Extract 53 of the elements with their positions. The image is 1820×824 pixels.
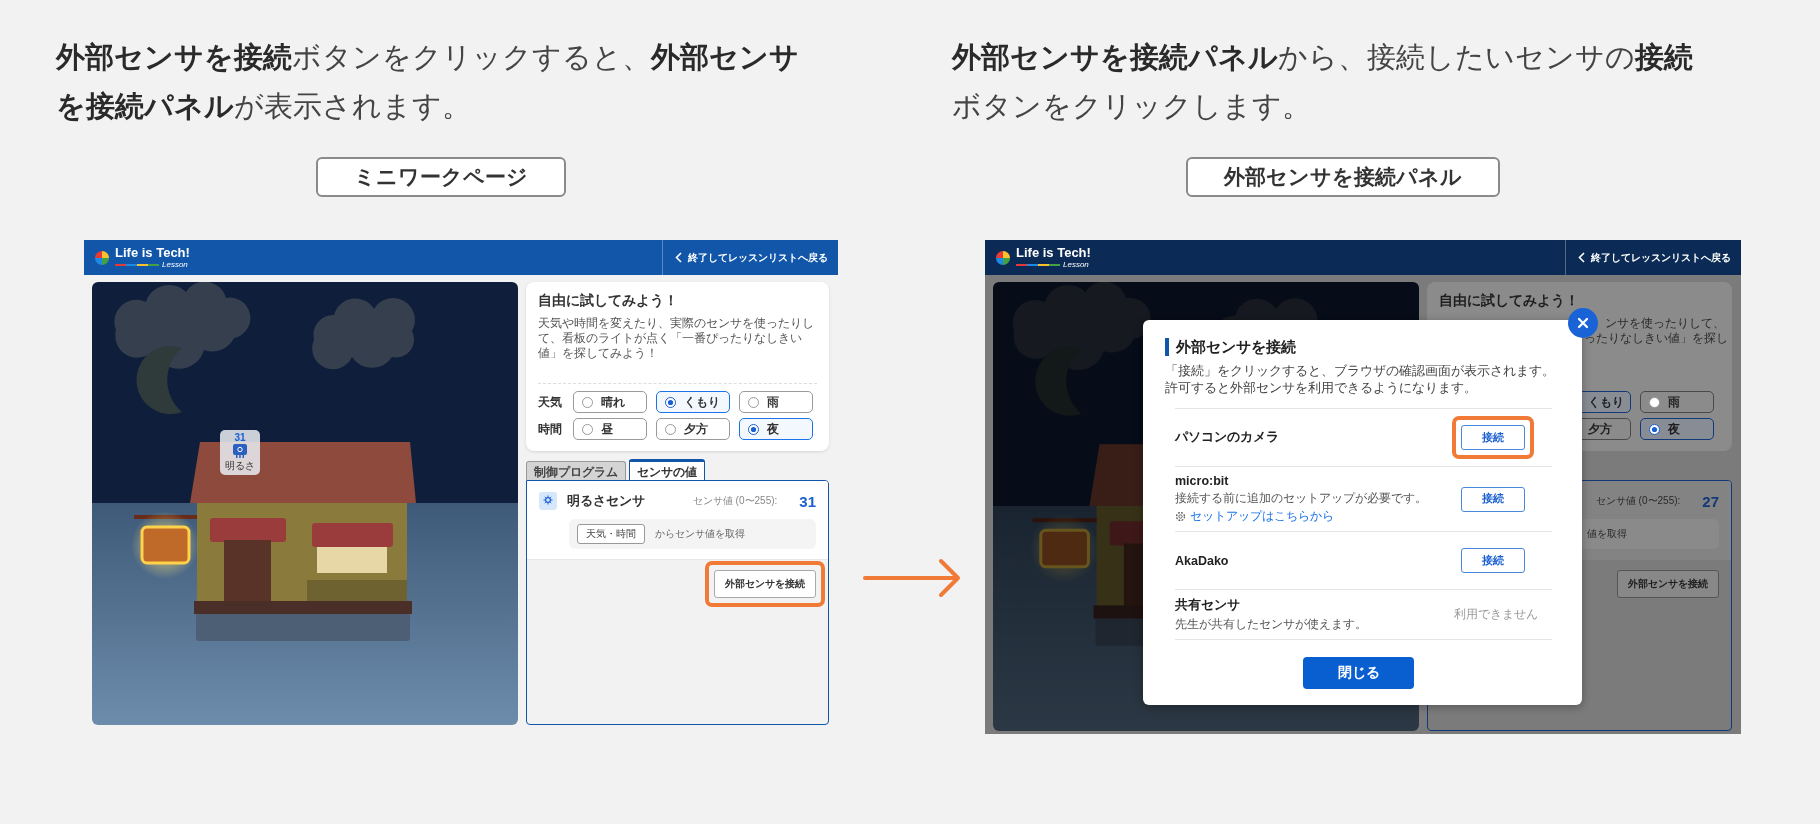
logo-subtext: Lesson <box>162 260 188 269</box>
section-label: ミニワークページ <box>316 157 566 197</box>
device-name: micro:bit <box>1175 474 1230 488</box>
instruction-text: 外部センサを接続パネルから、接続したいセンサの接続ボタンをクリックします。 <box>952 40 1694 124</box>
dialog-description: 「接続」をクリックすると、ブラウザの確認画面が表示されます。 <box>1165 363 1552 380</box>
source-text: からセンサ値を取得 <box>655 527 745 541</box>
radio-option[interactable]: 雨 <box>739 391 813 413</box>
dialog-description: 許可すると外部センサを利用できるようになります。 <box>1165 380 1478 397</box>
card-description: 天気や時間を変えたり、実際のセンサを使ったりして、看板のライトが点く「一番ぴったりなしきい値」を探してみよう！ <box>538 316 815 362</box>
radio-option[interactable]: 夜 <box>739 418 813 440</box>
device-note: 接続する前に追加のセットアップが必要です。 <box>1175 491 1428 506</box>
badge-label: 明るさ <box>225 459 255 473</box>
sensor-value-label: センサ値 (0〜255): <box>1595 494 1681 508</box>
connect-button[interactable]: 接続 <box>1461 486 1525 512</box>
card-title: 自由に試してみよう！ <box>538 292 679 310</box>
device-note: 先生が共有したセンサが使えます。 <box>1175 617 1368 632</box>
dialog-title: 外部センサを接続 <box>1165 338 1296 356</box>
device-name: AkaDako <box>1175 553 1230 568</box>
close-button[interactable]: 閉じる <box>1303 657 1414 689</box>
status-text: 利用できません <box>1454 607 1538 622</box>
setup-link[interactable]: セットアップはこちらから <box>1175 509 1334 524</box>
source-chip[interactable]: 天気・時間 <box>577 524 645 544</box>
card-description: ったりなしきい値」を探し <box>1584 331 1728 346</box>
connect-button[interactable]: 接続 <box>1461 425 1525 450</box>
device-name: 共有センサ <box>1175 597 1241 614</box>
section-label: 外部センサを接続パネル <box>1186 157 1500 197</box>
logo-text: Life is Tech! <box>115 246 190 260</box>
logo-text: Life is Tech! <box>1016 246 1091 260</box>
card-description: ンサを使ったりして、 <box>1605 316 1725 331</box>
back-link[interactable]: 終了してレッスンリストへ戻る <box>662 240 838 275</box>
sensor-value-label: センサ値 (0〜255): <box>692 494 778 508</box>
sensor-value: 27 <box>1702 492 1719 510</box>
connect-sensor-button[interactable]: 外部センサを接続 <box>1617 570 1719 598</box>
logo-subtext: Lesson <box>1063 260 1089 269</box>
source-text: 値を取得 <box>1586 527 1627 541</box>
connect-button[interactable]: 接続 <box>1461 548 1525 573</box>
radio-group-label: 時間 <box>538 420 563 438</box>
radio-option[interactable]: 雨 <box>1640 391 1714 413</box>
badge-value: 31 <box>234 432 246 443</box>
radio-group-label: 天気 <box>538 393 563 411</box>
radio-option[interactable]: くもり <box>656 391 730 413</box>
tab[interactable]: センサの値 <box>629 459 705 480</box>
radio-option[interactable]: 晴れ <box>573 391 647 413</box>
instruction-text: 外部センサを接続ボタンをクリックすると、外部センサを接続パネルが表示されます。 <box>56 40 800 124</box>
connect-sensor-button[interactable]: 外部センサを接続 <box>714 570 816 598</box>
radio-option[interactable]: 昼 <box>573 418 647 440</box>
device-name: パソコンのカメラ <box>1175 429 1280 446</box>
radio-option[interactable]: 夜 <box>1640 418 1714 440</box>
card-title: 自由に試してみよう！ <box>1439 292 1580 310</box>
sensor-value: 31 <box>799 492 816 510</box>
sensor-name: 明るさセンサ <box>567 492 645 510</box>
tab[interactable]: 制御プログラム <box>526 461 626 480</box>
radio-option[interactable]: 夕方 <box>656 418 730 440</box>
